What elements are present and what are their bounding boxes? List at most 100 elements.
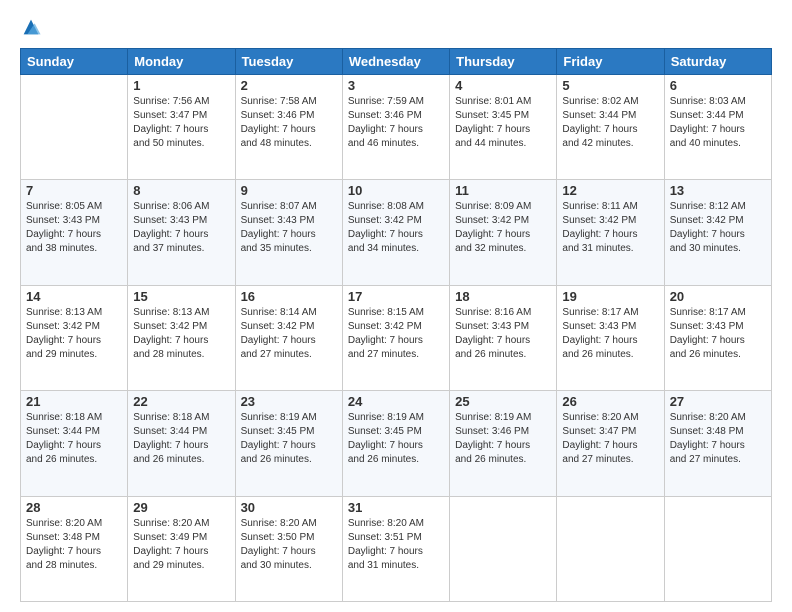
day-info: Sunrise: 8:06 AM Sunset: 3:43 PM Dayligh… [133,200,229,256]
day-number: 22 [133,394,229,409]
day-number: 26 [562,394,658,409]
calendar-cell [664,496,771,601]
day-info: Sunrise: 8:14 AM Sunset: 3:42 PM Dayligh… [241,306,337,362]
calendar-cell: 8 Sunrise: 8:06 AM Sunset: 3:43 PM Daylig… [128,180,235,285]
day-number: 2 [241,78,337,93]
day-number: 24 [348,394,444,409]
day-info: Sunrise: 8:13 AM Sunset: 3:42 PM Dayligh… [133,306,229,362]
day-info: Sunrise: 7:59 AM Sunset: 3:46 PM Dayligh… [348,95,444,151]
day-info: Sunrise: 8:12 AM Sunset: 3:42 PM Dayligh… [670,200,766,256]
calendar-cell: 5 Sunrise: 8:02 AM Sunset: 3:44 PM Daylig… [557,75,664,180]
calendar-cell: 7 Sunrise: 8:05 AM Sunset: 3:43 PM Daylig… [21,180,128,285]
calendar-cell: 27 Sunrise: 8:20 AM Sunset: 3:48 PM Dayli… [664,391,771,496]
day-info: Sunrise: 8:03 AM Sunset: 3:44 PM Dayligh… [670,95,766,151]
day-info: Sunrise: 8:16 AM Sunset: 3:43 PM Dayligh… [455,306,551,362]
day-info: Sunrise: 8:18 AM Sunset: 3:44 PM Dayligh… [26,411,122,467]
day-info: Sunrise: 8:05 AM Sunset: 3:43 PM Dayligh… [26,200,122,256]
calendar-cell: 14 Sunrise: 8:13 AM Sunset: 3:42 PM Dayli… [21,285,128,390]
day-info: Sunrise: 7:58 AM Sunset: 3:46 PM Dayligh… [241,95,337,151]
day-number: 25 [455,394,551,409]
calendar: SundayMondayTuesdayWednesdayThursdayFrid… [20,48,772,602]
calendar-cell: 3 Sunrise: 7:59 AM Sunset: 3:46 PM Daylig… [342,75,449,180]
day-header-sunday: Sunday [21,49,128,75]
day-number: 13 [670,183,766,198]
day-header-wednesday: Wednesday [342,49,449,75]
calendar-cell: 13 Sunrise: 8:12 AM Sunset: 3:42 PM Dayli… [664,180,771,285]
calendar-cell: 31 Sunrise: 8:20 AM Sunset: 3:51 PM Dayli… [342,496,449,601]
calendar-cell: 28 Sunrise: 8:20 AM Sunset: 3:48 PM Dayli… [21,496,128,601]
calendar-cell: 9 Sunrise: 8:07 AM Sunset: 3:43 PM Daylig… [235,180,342,285]
calendar-cell: 22Sunrise: 8:18 AM Sunset: 3:44 PM Dayli… [128,391,235,496]
day-number: 12 [562,183,658,198]
day-number: 14 [26,289,122,304]
calendar-cell: 21 Sunrise: 8:18 AM Sunset: 3:44 PM Dayli… [21,391,128,496]
calendar-cell: 15 Sunrise: 8:13 AM Sunset: 3:42 PM Dayli… [128,285,235,390]
day-number: 18 [455,289,551,304]
day-info: Sunrise: 8:07 AM Sunset: 3:43 PM Dayligh… [241,200,337,256]
day-info: Sunrise: 8:02 AM Sunset: 3:44 PM Dayligh… [562,95,658,151]
calendar-cell: 19 Sunrise: 8:17 AM Sunset: 3:43 PM Dayli… [557,285,664,390]
day-number: 21 [26,394,122,409]
day-number: 28 [26,500,122,515]
day-number: 7 [26,183,122,198]
day-info: Sunrise: 8:01 AM Sunset: 3:45 PM Dayligh… [455,95,551,151]
calendar-cell [21,75,128,180]
day-number: 5 [562,78,658,93]
day-number: 30 [241,500,337,515]
day-number: 9 [241,183,337,198]
day-number: 27 [670,394,766,409]
day-number: 6 [670,78,766,93]
day-header-saturday: Saturday [664,49,771,75]
logo-icon [20,16,42,38]
day-info: Sunrise: 8:20 AM Sunset: 3:48 PM Dayligh… [670,411,766,467]
day-number: 15 [133,289,229,304]
calendar-cell: 20 Sunrise: 8:17 AM Sunset: 3:43 PM Dayli… [664,285,771,390]
calendar-cell: 30Sunrise: 8:20 AM Sunset: 3:50 PM Dayli… [235,496,342,601]
page: SundayMondayTuesdayWednesdayThursdayFrid… [0,0,792,612]
calendar-cell: 29 Sunrise: 8:20 AM Sunset: 3:49 PM Dayli… [128,496,235,601]
day-info: Sunrise: 8:19 AM Sunset: 3:45 PM Dayligh… [348,411,444,467]
calendar-cell: 16Sunrise: 8:14 AM Sunset: 3:42 PM Dayli… [235,285,342,390]
day-number: 19 [562,289,658,304]
calendar-cell [557,496,664,601]
calendar-week-3: 14 Sunrise: 8:13 AM Sunset: 3:42 PM Dayli… [21,285,772,390]
day-number: 23 [241,394,337,409]
day-info: Sunrise: 8:20 AM Sunset: 3:51 PM Dayligh… [348,517,444,573]
day-header-friday: Friday [557,49,664,75]
calendar-cell: 6 Sunrise: 8:03 AM Sunset: 3:44 PM Daylig… [664,75,771,180]
day-number: 1 [133,78,229,93]
calendar-week-2: 7 Sunrise: 8:05 AM Sunset: 3:43 PM Daylig… [21,180,772,285]
day-info: Sunrise: 8:17 AM Sunset: 3:43 PM Dayligh… [670,306,766,362]
calendar-cell: 23 Sunrise: 8:19 AM Sunset: 3:45 PM Dayli… [235,391,342,496]
day-info: Sunrise: 8:15 AM Sunset: 3:42 PM Dayligh… [348,306,444,362]
day-header-monday: Monday [128,49,235,75]
day-number: 20 [670,289,766,304]
day-number: 17 [348,289,444,304]
day-number: 3 [348,78,444,93]
day-info: Sunrise: 8:13 AM Sunset: 3:42 PM Dayligh… [26,306,122,362]
day-number: 29 [133,500,229,515]
calendar-cell: 12 Sunrise: 8:11 AM Sunset: 3:42 PM Dayli… [557,180,664,285]
day-number: 4 [455,78,551,93]
day-info: Sunrise: 8:20 AM Sunset: 3:48 PM Dayligh… [26,517,122,573]
day-header-tuesday: Tuesday [235,49,342,75]
day-number: 8 [133,183,229,198]
day-info: Sunrise: 8:19 AM Sunset: 3:46 PM Dayligh… [455,411,551,467]
day-number: 10 [348,183,444,198]
calendar-cell: 25 Sunrise: 8:19 AM Sunset: 3:46 PM Dayli… [450,391,557,496]
day-header-thursday: Thursday [450,49,557,75]
day-info: Sunrise: 8:20 AM Sunset: 3:49 PM Dayligh… [133,517,229,573]
header [20,16,772,38]
day-number: 31 [348,500,444,515]
calendar-cell: 4 Sunrise: 8:01 AM Sunset: 3:45 PM Daylig… [450,75,557,180]
calendar-week-1: 1Sunrise: 7:56 AM Sunset: 3:47 PM Daylig… [21,75,772,180]
calendar-cell: 10Sunrise: 8:08 AM Sunset: 3:42 PM Dayli… [342,180,449,285]
day-number: 11 [455,183,551,198]
calendar-header-row: SundayMondayTuesdayWednesdayThursdayFrid… [21,49,772,75]
calendar-cell: 17 Sunrise: 8:15 AM Sunset: 3:42 PM Dayli… [342,285,449,390]
logo [20,16,46,38]
day-info: Sunrise: 8:09 AM Sunset: 3:42 PM Dayligh… [455,200,551,256]
day-info: Sunrise: 8:11 AM Sunset: 3:42 PM Dayligh… [562,200,658,256]
day-info: Sunrise: 8:19 AM Sunset: 3:45 PM Dayligh… [241,411,337,467]
day-info: Sunrise: 8:17 AM Sunset: 3:43 PM Dayligh… [562,306,658,362]
